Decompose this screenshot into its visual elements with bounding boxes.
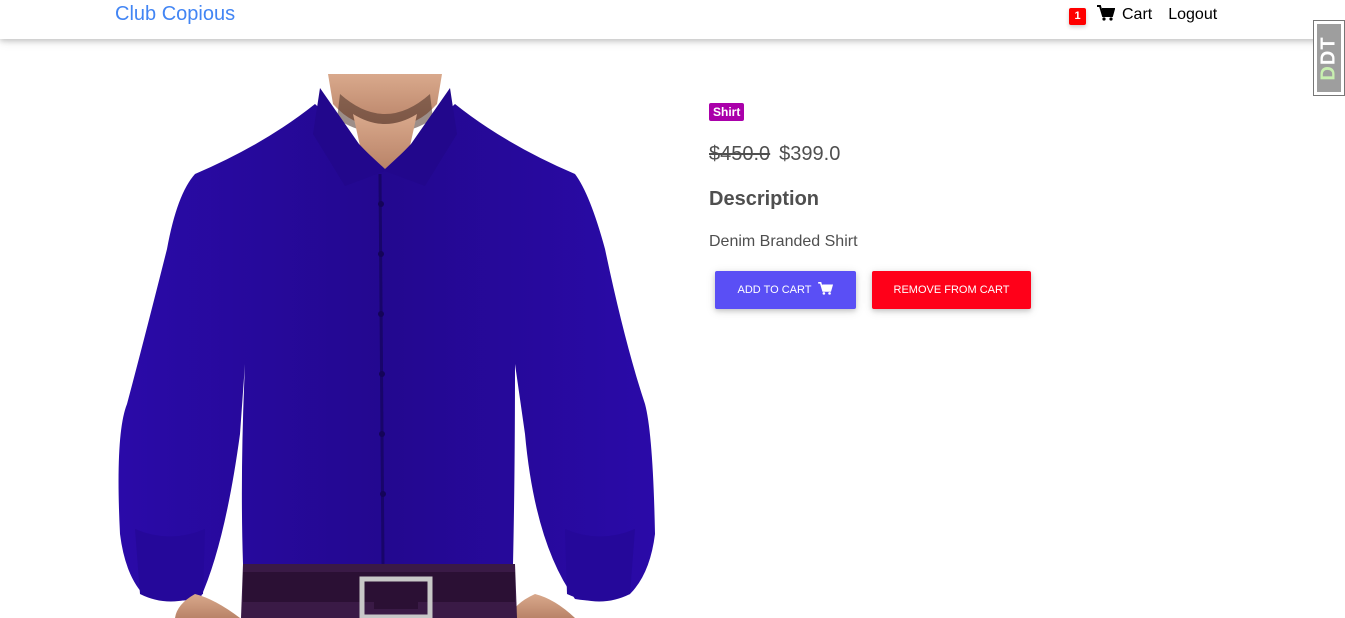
description-heading: Description bbox=[709, 188, 820, 210]
nav-right: 1 Cart Logout bbox=[1069, 4, 1217, 26]
navbar: Club Copious 1 Cart Logout bbox=[0, 0, 1345, 39]
brand-link[interactable]: Club Copious bbox=[115, 3, 235, 26]
cart-link[interactable]: Cart bbox=[1097, 4, 1153, 26]
cart-label: Cart bbox=[1122, 6, 1153, 23]
current-price: $399.0 bbox=[779, 143, 841, 165]
extension-badge-inner: DDT bbox=[1317, 24, 1341, 92]
shopping-cart-icon bbox=[1097, 4, 1122, 26]
extension-badge[interactable]: DDT bbox=[1313, 20, 1345, 96]
price-block: $450.0 $399.0 bbox=[709, 143, 840, 166]
logout-link[interactable]: Logout bbox=[1168, 6, 1217, 24]
shopping-cart-icon bbox=[811, 282, 834, 298]
product-image bbox=[115, 74, 655, 618]
description-text: Denim Branded Shirt bbox=[709, 233, 858, 250]
add-to-cart-label: ADD TO CART bbox=[737, 284, 812, 296]
add-to-cart-button[interactable]: ADD TO CART bbox=[715, 271, 856, 309]
old-price: $450.0 bbox=[709, 143, 771, 165]
remove-from-cart-label: REMOVE FROM CART bbox=[893, 284, 1010, 296]
cart-count-badge: 1 bbox=[1069, 7, 1086, 25]
category-badge: Shirt bbox=[709, 103, 745, 121]
extension-badge-text: DDT bbox=[1317, 35, 1340, 81]
remove-from-cart-button[interactable]: REMOVE FROM CART bbox=[872, 271, 1031, 309]
